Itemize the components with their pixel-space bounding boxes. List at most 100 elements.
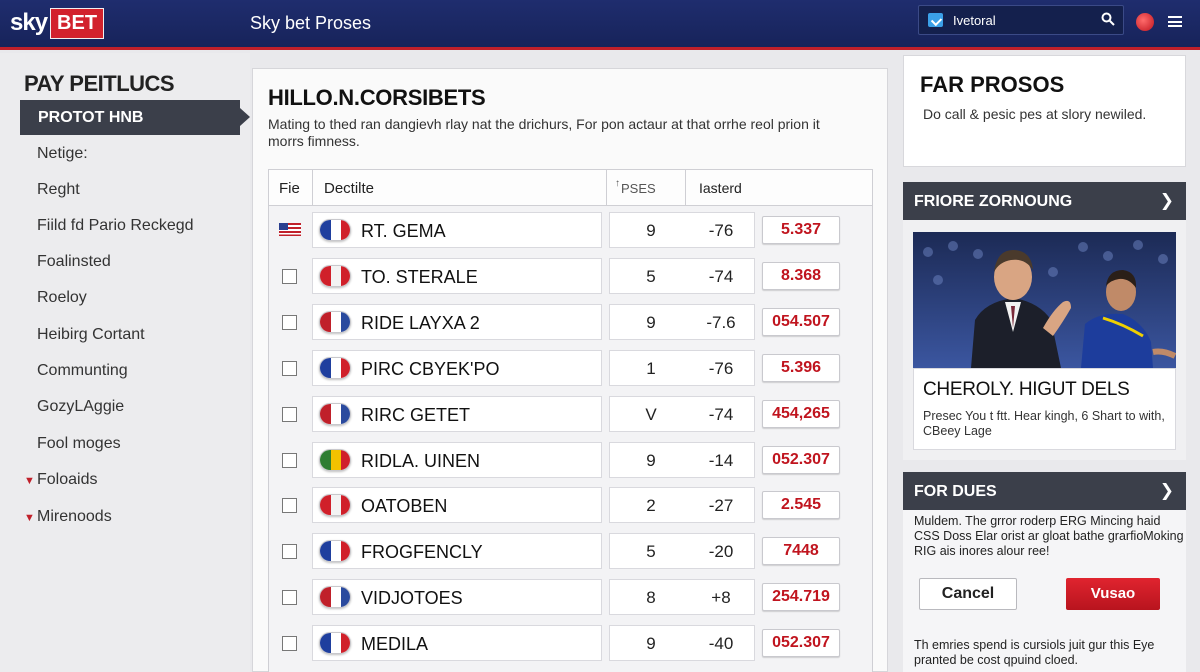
table-row[interactable]: MEDILA 9 -40 052.307 [269,620,872,666]
table-row[interactable]: RT. GEMA 9 -76 5.337 [269,207,872,253]
change-value: -40 [708,634,734,654]
promo-caption: CHEROLY. HIGUT DELS Presec You t ftt. He… [913,368,1176,450]
odds-button[interactable]: 052.307 [762,629,840,658]
row-checkbox[interactable] [282,544,297,560]
row-checkbox[interactable] [282,314,297,330]
table-row[interactable]: VIDJOTOES 8 +8 254.719 [269,574,872,620]
change-value: -76 [708,221,734,240]
sidebar-item[interactable]: Communting [37,362,128,380]
sidebar-item[interactable]: Foalinsted [37,253,111,271]
team-flag-icon [319,632,351,655]
pses-value: 9 [646,450,656,470]
promo-title: CHEROLY. HIGUT DELS [923,379,1130,400]
column-header-pses[interactable]: ↑ PSES [615,178,656,196]
sidebar-item[interactable]: Fiild fd Pario Reckegd [37,217,194,235]
team-cell[interactable]: RIDLA. UINEN [312,441,602,478]
promo-card[interactable]: CHEROLY. HIGUT DELS Presec You t ftt. He… [903,220,1186,460]
column-header-iasterd[interactable]: Iasterd [699,180,742,196]
table-row[interactable]: PIRC CBYEK'PO 1 -76 5.396 [269,345,872,391]
for-dues-panel: Muldem. The grror roderp ERG Mincing hai… [903,510,1186,672]
team-name: FROGFENCLY [361,542,483,563]
team-cell[interactable]: RT. GEMA [312,212,602,248]
change-value: +8 [711,588,731,608]
column-header-dectilte[interactable]: Dectilte [324,180,374,197]
row-checkbox[interactable] [282,452,297,468]
table-row[interactable]: TO. STERALE 5 -74 8.368 [269,253,872,299]
sidebar-item[interactable]: Heibirg Cortant [37,326,145,344]
table-row[interactable]: RIDE LAYXA 2 9 -7.6 054.507 [269,299,872,345]
team-cell[interactable]: VIDJOTOES [312,579,602,616]
odds-button[interactable]: 5.396 [762,353,840,382]
info-box-text: Do call & pesic pes at slory newiled. [923,106,1147,122]
row-checkbox[interactable] [282,498,297,514]
odds-button[interactable]: 2.545 [762,491,840,520]
team-cell[interactable]: OATOBEN [312,487,602,524]
sidebar-item[interactable]: Fool moges [37,435,121,453]
notification-icon[interactable] [1136,13,1154,31]
sidebar-item[interactable]: Foloaids [37,471,97,489]
row-checkbox[interactable] [282,360,297,376]
main-panel: HILLO.N.CORSIBETS Mating to thed ran dan… [252,68,888,672]
pses-value: 5 [646,542,656,562]
cancel-button[interactable]: Cancel [919,578,1017,610]
team-cell[interactable]: RIDE LAYXA 2 [312,303,602,340]
odds-button[interactable]: 5.337 [762,216,840,244]
search-box[interactable]: Ivetoral [918,5,1124,35]
promo-header[interactable]: FRIORE ZORNOUNG ❯ [903,182,1186,220]
sidebar-item-active[interactable]: PROTOT HNB [20,100,250,135]
search-icon[interactable] [1101,12,1115,26]
odds-button[interactable]: 8.368 [762,261,840,290]
row-checkbox[interactable] [282,590,297,606]
expand-arrow-icon[interactable]: ▼ [24,512,35,524]
menu-icon[interactable] [1168,16,1182,27]
table-row[interactable]: RIDLA. UINEN 9 -14 052.307 [269,437,872,483]
for-dues-header-label: FOR DUES [914,483,997,500]
sidebar-item[interactable]: Netige: [37,145,88,163]
table-header: Fie Dectilte ↑ PSES Iasterd [269,170,872,206]
search-input[interactable]: Ivetoral [953,13,996,28]
chevron-right-icon: ❯ [1159,191,1174,210]
us-flag-icon [279,223,301,236]
change-value: -14 [708,450,734,470]
team-name: RIRC GETET [361,404,471,425]
for-dues-header[interactable]: FOR DUES ❯ [903,472,1186,510]
team-flag-icon [319,586,351,609]
row-checkbox[interactable] [282,406,297,422]
table-row[interactable]: FROGFENCLY 5 -20 7448 [269,528,872,574]
team-cell[interactable]: TO. STERALE [312,257,602,294]
team-cell[interactable]: MEDILA [312,625,602,662]
change-value: -27 [708,496,734,516]
primary-button[interactable]: Vusao [1066,578,1160,610]
team-flag-icon [319,264,351,287]
sidebar-item[interactable]: Mirenoods [37,508,112,526]
table-row[interactable]: RIRC GETET V -74 454,265 [269,391,872,437]
team-flag-icon [319,448,351,471]
page-title: HILLO.N.CORSIBETS [268,85,486,110]
sidebar-item[interactable]: GozyLAggie [37,398,124,416]
sidebar-item[interactable]: Roeloy [37,289,87,307]
odds-button[interactable]: 054.507 [762,307,840,336]
team-name: VIDJOTOES [361,588,463,609]
column-header-fie[interactable]: Fie [279,180,300,197]
sky-bet-logo[interactable]: sky BET [10,7,105,39]
table-row[interactable]: OATOBEN 2 -27 2.545 [269,482,872,528]
odds-button[interactable]: 454,265 [762,399,840,428]
team-name: TO. STERALE [361,266,478,287]
row-checkbox[interactable] [282,636,297,652]
team-cell[interactable]: RIRC GETET [312,395,602,432]
odds-button[interactable]: 7448 [762,537,840,566]
chevron-right-icon: ❯ [1159,481,1174,500]
row-checkbox[interactable] [282,268,297,284]
pses-value: 8 [646,588,656,608]
team-name: RT. GEMA [361,221,446,241]
odds-button[interactable]: 254.719 [762,583,840,612]
team-cell[interactable]: FROGFENCLY [312,533,602,570]
odds-button[interactable]: 052.307 [762,445,840,474]
football-photo-illustration [913,232,1176,368]
team-flag-icon [319,402,351,425]
sidebar-item[interactable]: Reght [37,181,80,199]
expand-arrow-icon[interactable]: ▼ [24,475,35,487]
team-cell[interactable]: PIRC CBYEK'PO [312,349,602,386]
promo-text: Presec You t ftt. Hear kingh, 6 Shart to… [923,409,1165,438]
promo-header-label: FRIORE ZORNOUNG [914,193,1073,210]
